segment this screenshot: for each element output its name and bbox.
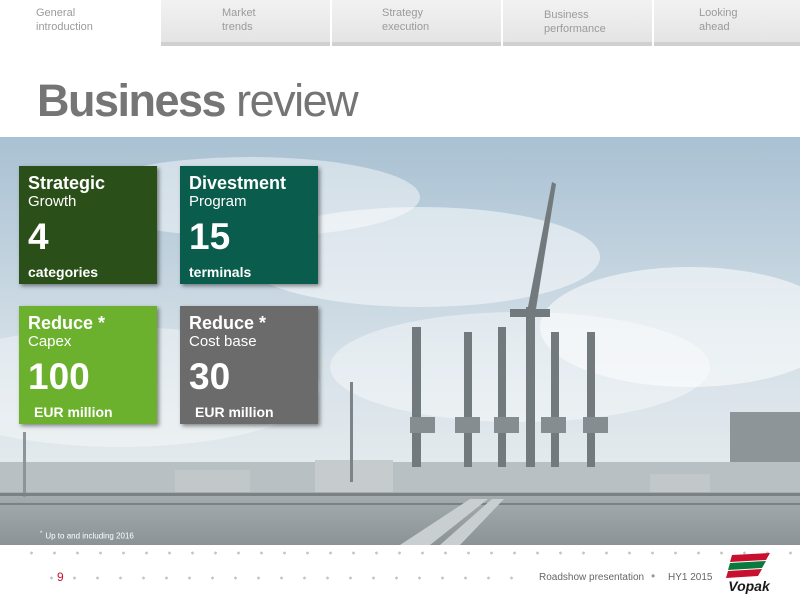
card-unit: categories <box>28 264 99 280</box>
logo-text: Vopak <box>728 578 771 594</box>
card-number: 100 <box>28 356 90 397</box>
card-subtitle: Cost base <box>189 333 257 350</box>
footnote-marker: * <box>40 531 43 537</box>
tab-label: General introduction <box>36 7 93 33</box>
card-subtitle: Program <box>189 193 247 210</box>
dot-divider <box>20 551 800 555</box>
slide-title-bold: Business <box>37 75 227 126</box>
presentation-name: Roadshow presentation <box>539 572 645 583</box>
page-number: 9 <box>57 570 64 584</box>
tab-label: Looking ahead <box>699 7 738 33</box>
reduce-cost-base-card: Reduce * Cost base 30 EUR million <box>180 306 318 424</box>
footnote: * Up to and including 2016 <box>40 531 134 541</box>
section-tabs: General introduction Market trends Strat… <box>0 0 800 46</box>
card-unit: terminals <box>189 264 252 280</box>
tab-business-performance[interactable]: Business performance <box>503 0 654 46</box>
card-subtitle: Growth <box>28 193 77 210</box>
card-title: Strategic <box>28 173 106 193</box>
tab-looking-ahead[interactable]: Looking ahead <box>654 0 800 46</box>
tab-market-trends[interactable]: Market trends <box>161 0 332 46</box>
card-title: Divestment <box>189 173 287 193</box>
card-unit: EUR million <box>195 404 274 420</box>
dot-divider <box>40 576 520 580</box>
reduce-capex-card: Reduce * Capex 100 EUR million <box>19 306 157 424</box>
slide-title: Business review <box>37 75 359 127</box>
divestment-program-card: Divestment Program 15 terminals <box>180 166 318 284</box>
tab-general-introduction[interactable]: General introduction <box>0 0 161 46</box>
card-title: Reduce * <box>28 313 106 333</box>
card-title: Reduce * <box>189 313 267 333</box>
strategic-growth-card: Strategic Growth 4 categories <box>19 166 157 284</box>
slide-title-light: review <box>225 75 359 126</box>
card-number: 30 <box>189 356 231 397</box>
vopak-logo: Vopak <box>722 551 776 595</box>
card-unit: EUR million <box>34 404 113 420</box>
footnote-text: Up to and including 2016 <box>45 531 134 541</box>
presentation-period: HY1 2015 <box>668 572 713 583</box>
card-number: 4 <box>28 216 49 257</box>
slide-footer: 9 Roadshow presentation • HY1 2015 Vopak <box>0 545 800 600</box>
tab-label: Business performance <box>544 9 606 35</box>
card-number: 15 <box>189 216 231 257</box>
tab-label: Strategy execution <box>382 7 430 33</box>
footer-separator: • <box>651 569 656 583</box>
tab-label: Market trends <box>222 7 256 33</box>
card-subtitle: Capex <box>28 333 72 350</box>
tab-strategy-execution[interactable]: Strategy execution <box>332 0 503 46</box>
